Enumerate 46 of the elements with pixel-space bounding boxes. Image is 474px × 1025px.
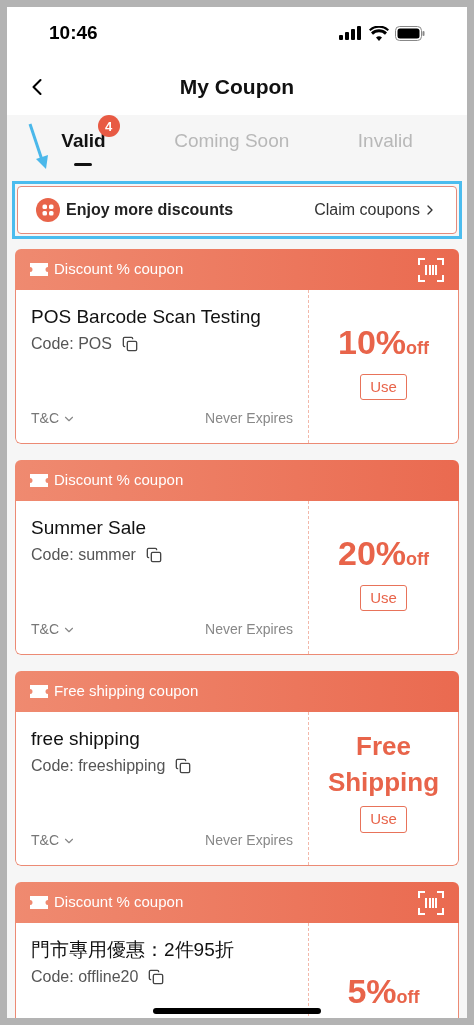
terms-link[interactable]: T&C [31, 830, 76, 851]
ticket-icon [30, 474, 48, 487]
coupon-type: Discount % coupon [54, 259, 184, 280]
barcode-scan-icon[interactable] [418, 257, 444, 282]
ticket-icon [30, 685, 48, 698]
copy-icon[interactable] [148, 969, 165, 985]
coupon-type: Discount % coupon [54, 892, 184, 913]
use-button[interactable]: Use [360, 373, 407, 401]
coupon-code: Code: freeshipping [31, 756, 166, 776]
tab-underline [74, 162, 93, 166]
coupon-title: 門市專用優惠：2件95折 [31, 938, 235, 962]
expiry-text: Never Expires [205, 831, 293, 850]
terms-link[interactable]: T&C [31, 619, 76, 640]
use-button[interactable]: Use [360, 584, 407, 612]
coupon-type: Free shipping coupon [54, 681, 199, 702]
claim-banner[interactable]: Enjoy more discounts Claim coupons [17, 186, 457, 234]
coupon-title: POS Barcode Scan Testing [31, 305, 262, 329]
coupon-code: Code: summer [31, 545, 136, 565]
page-title: My Coupon [179, 74, 295, 101]
signal-icon [339, 26, 363, 40]
coupon-code: Code: offline20 [31, 967, 139, 987]
terms-link[interactable]: T&C [31, 408, 76, 429]
banner-text: Enjoy more discounts [66, 200, 234, 220]
claim-link-text: Claim coupons [314, 200, 420, 220]
grid-icon [36, 198, 60, 222]
copy-icon[interactable] [121, 336, 138, 352]
coupon-value: 10%off [337, 321, 429, 363]
battery-icon [395, 25, 425, 41]
copy-icon[interactable] [145, 547, 162, 563]
coupon-value: 20%off [337, 532, 429, 574]
coupon-code: Code: POS [31, 334, 112, 354]
use-button[interactable]: Use [360, 806, 407, 833]
wifi-icon [369, 25, 389, 41]
coupon-type: Discount % coupon [54, 470, 184, 491]
expiry-text: Never Expires [205, 409, 293, 428]
coupon-title: Summer Sale [31, 516, 148, 540]
coupon-value: 5%off [347, 971, 420, 1012]
status-time: 10:46 [49, 20, 98, 45]
expiry-text: Never Expires [205, 620, 293, 639]
coupon-title: free shipping [31, 727, 141, 751]
annotation-arrow-icon [27, 123, 51, 171]
copy-icon[interactable] [175, 758, 192, 774]
ticket-icon [30, 263, 48, 276]
coupon-value: Free Shipping [326, 730, 441, 800]
barcode-scan-icon[interactable] [418, 890, 444, 915]
ticket-icon [30, 896, 48, 909]
